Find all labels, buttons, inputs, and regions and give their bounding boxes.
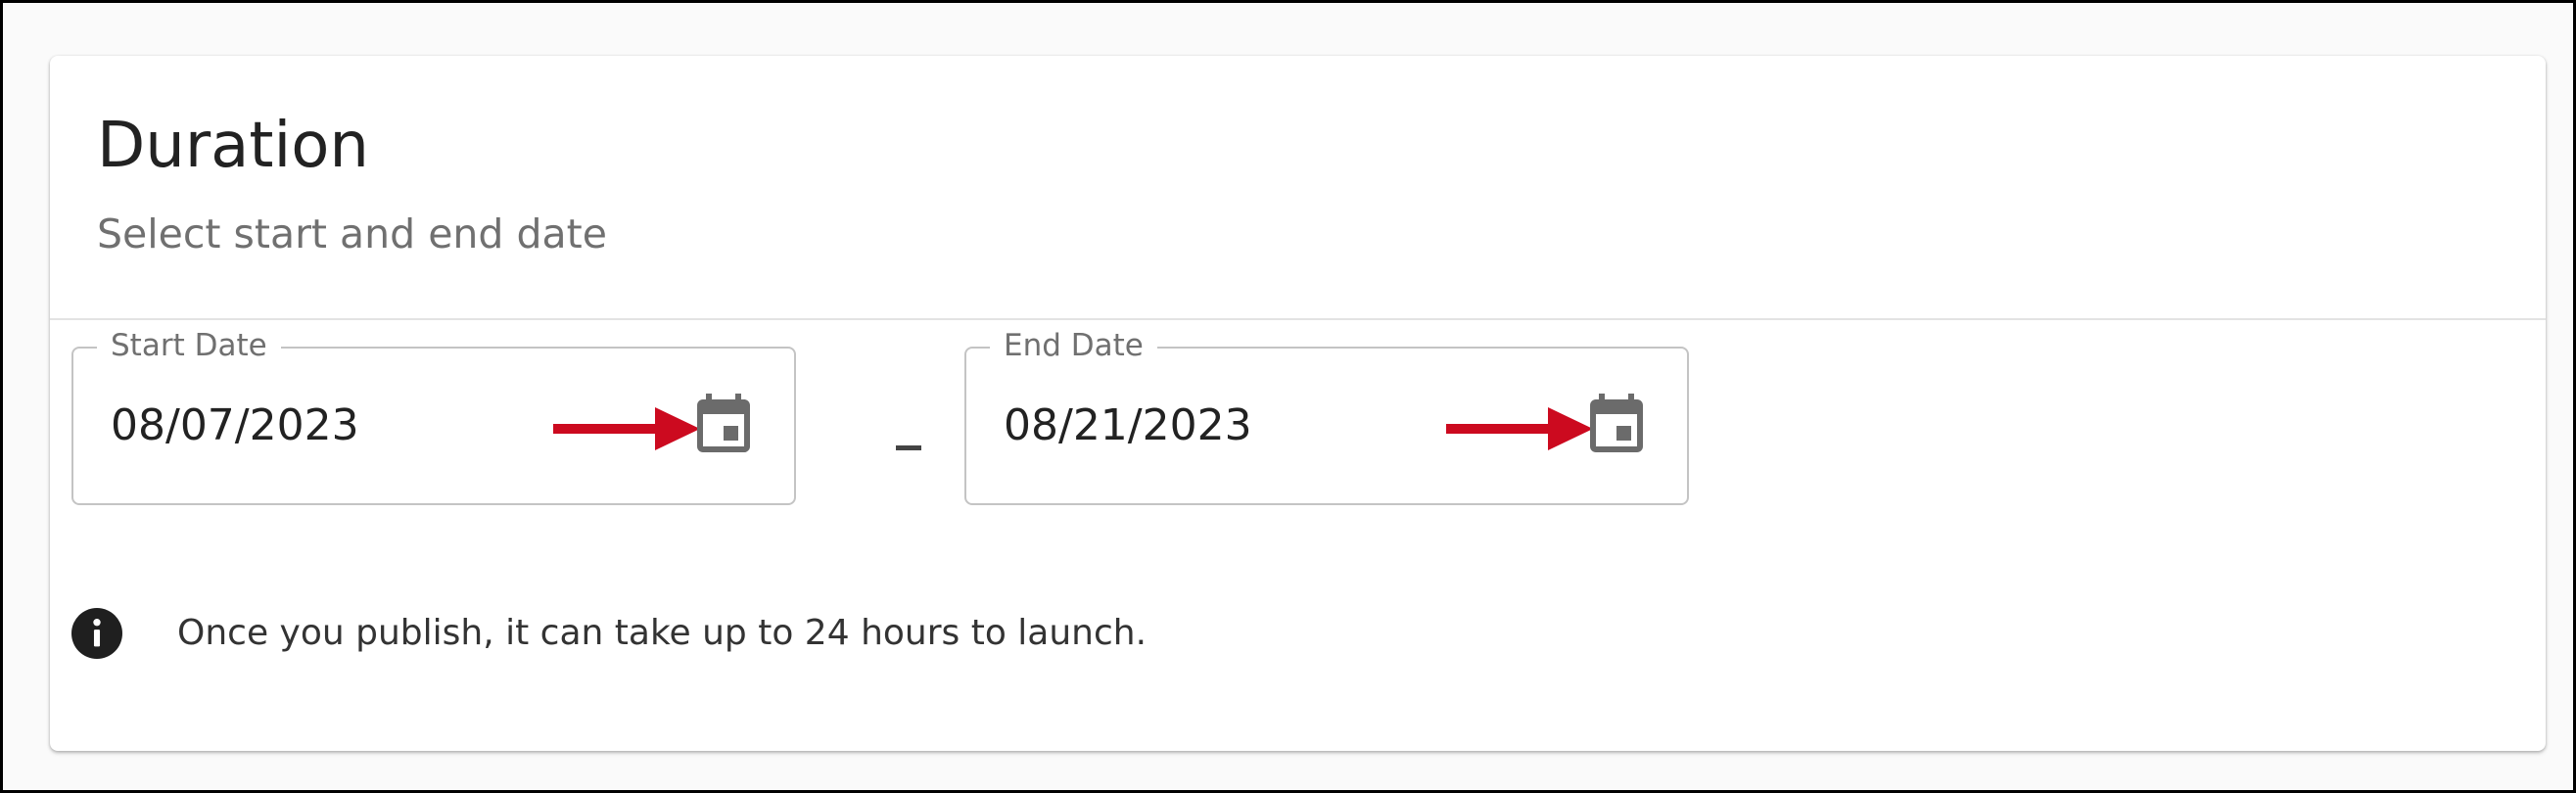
card-title: Duration [97,110,369,182]
annotation-arrow [1446,407,1593,450]
start-date-field: Start Date [71,321,796,505]
end-date-input[interactable] [1004,381,1493,469]
end-date-label: End Date [990,321,1157,370]
screenshot-frame: Duration Select start and end date Start… [0,0,2576,793]
publish-notice-text: Once you publish, it can take up to 24 h… [177,613,1147,653]
calendar-icon [1590,394,1643,452]
header-divider [50,318,2546,320]
start-date-input[interactable] [111,381,600,469]
calendar-icon [697,394,750,452]
annotation-arrow [553,407,700,450]
end-date-calendar-button[interactable] [1581,391,1652,461]
info-icon [71,608,122,659]
start-date-calendar-button[interactable] [688,391,759,461]
end-date-field: End Date [964,321,1689,505]
start-date-label: Start Date [97,321,281,370]
range-separator [896,445,921,450]
card-subtitle: Select start and end date [97,210,607,257]
